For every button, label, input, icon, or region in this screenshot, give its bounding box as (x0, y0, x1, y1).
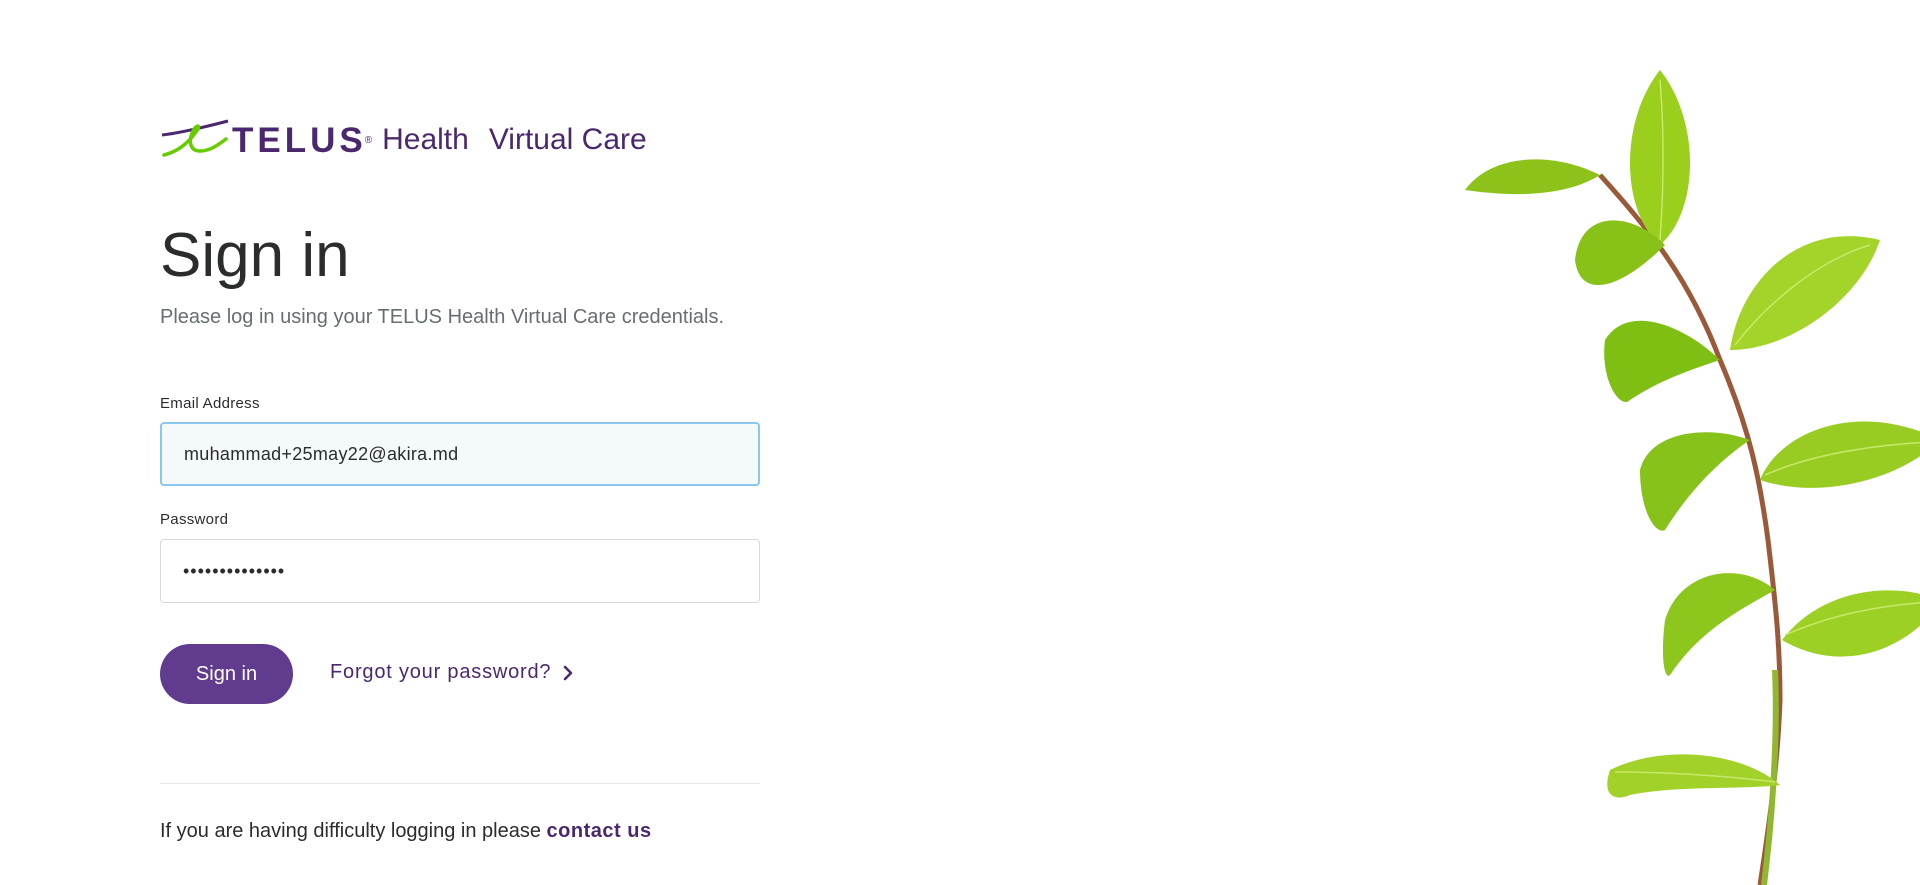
forgot-password-label: Forgot your password? (330, 661, 552, 683)
help-message: If you are having difficulty logging in … (160, 820, 547, 842)
page-subtitle: Please log in using your TELUS Health Vi… (160, 306, 725, 328)
plant-image (1465, 70, 1920, 885)
help-text: If you are having difficulty logging in … (160, 820, 652, 843)
forgot-password-link[interactable]: Forgot your password? (330, 661, 575, 684)
email-field[interactable] (160, 422, 760, 486)
registered-mark: ® (364, 134, 373, 146)
contact-us-link[interactable]: contact us (547, 820, 652, 842)
page-title: Sign in (160, 221, 350, 290)
chevron-right-icon (564, 665, 573, 680)
divider (160, 783, 760, 784)
sign-in-button[interactable]: Sign in (160, 644, 293, 704)
password-label: Password (160, 511, 229, 528)
logo-health-text: Health (382, 123, 469, 156)
telus-wordmark: TELUS (232, 120, 367, 160)
telus-health-logo: TELUS ® Health Virtual Care (160, 115, 647, 165)
telus-logo-mark-icon (161, 119, 229, 157)
password-field[interactable] (160, 539, 760, 603)
signin-page: TELUS ® Health Virtual Care Sign in Plea… (0, 0, 1920, 885)
email-label: Email Address (160, 395, 260, 412)
logo-product-text: Virtual Care (488, 123, 647, 156)
